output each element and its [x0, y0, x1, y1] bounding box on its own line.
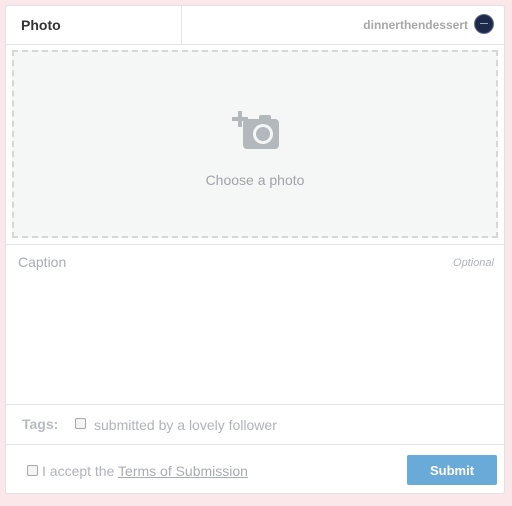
divider [6, 244, 504, 245]
tag-checkbox[interactable] [75, 418, 86, 429]
photo-dropzone[interactable]: Choose a photo [12, 50, 498, 238]
tag-checkbox-label[interactable]: submitted by a lovely follower [94, 417, 277, 433]
submission-form: Photo dinnerthendessert Choose a photo C… [5, 5, 505, 494]
tags-label: Tags: [22, 416, 59, 432]
optional-label: Optional [453, 257, 494, 269]
divider [6, 444, 504, 445]
caption-input[interactable]: Caption [18, 254, 66, 270]
form-header: Photo dinnerthendessert [6, 6, 504, 45]
tab-photo[interactable]: Photo [6, 6, 182, 44]
submit-label: Submit [429, 462, 475, 478]
tab-photo-label: Photo [21, 17, 61, 33]
terms-text: I accept the Terms of Submission [42, 463, 248, 479]
submit-button[interactable]: Submit [407, 455, 497, 485]
blog-name[interactable]: dinnerthendessert [363, 6, 468, 44]
avatar[interactable] [474, 14, 494, 34]
choose-photo-label[interactable]: Choose a photo [14, 172, 496, 188]
terms-prefix: I accept the [42, 463, 115, 479]
terms-link[interactable]: Terms of Submission [118, 463, 248, 479]
terms-checkbox[interactable] [27, 465, 38, 476]
divider [6, 404, 504, 405]
camera-add-icon [231, 109, 285, 157]
